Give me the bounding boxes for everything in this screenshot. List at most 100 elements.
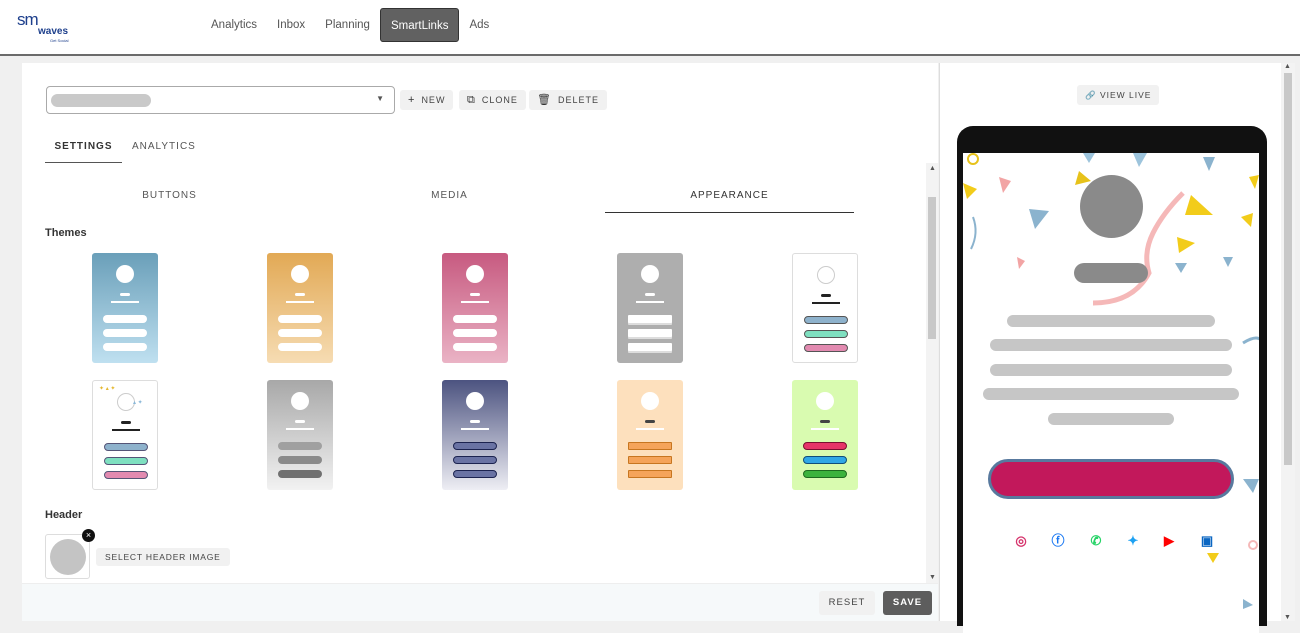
theme-button (803, 442, 847, 450)
themes-heading: Themes (45, 227, 87, 239)
theme-button (453, 315, 497, 323)
brand-logo[interactable]: sm waves Get Social (14, 10, 74, 44)
theme-card-orange[interactable] (267, 253, 333, 363)
top-bar: sm waves Get Social Analytics Inbox Plan… (0, 0, 1300, 56)
phone-screen: ◎ ⓕ ✆ ✦ ▶ ▣ (963, 153, 1259, 633)
theme-button (103, 343, 147, 351)
theme-avatar (817, 266, 835, 284)
reset-button[interactable]: RESET (819, 591, 875, 615)
theme-button (453, 343, 497, 351)
theme-name (820, 420, 830, 423)
theme-avatar (291, 265, 309, 283)
smartlink-select[interactable]: ▼ (46, 86, 395, 114)
save-button[interactable]: SAVE (883, 591, 932, 615)
theme-card-peach[interactable] (617, 380, 683, 490)
theme-name (470, 293, 480, 296)
theme-button (103, 329, 147, 337)
scroll-up-icon[interactable]: ▲ (929, 165, 936, 172)
preview-panel: 🔗 VIEW LIVE ◎ ⓕ ✆ ✦ ▶ ▣ (939, 63, 1281, 633)
theme-avatar (116, 265, 134, 283)
select-header-image-button[interactable]: SELECT HEADER IMAGE (96, 548, 230, 566)
theme-button (628, 343, 672, 351)
nav-tab-inbox[interactable]: Inbox (267, 8, 315, 42)
header-image-thumbnail[interactable] (45, 534, 90, 579)
view-live-button[interactable]: 🔗 VIEW LIVE (1077, 85, 1160, 105)
theme-button (278, 470, 322, 478)
theme-line (461, 301, 489, 303)
linkedin-icon[interactable]: ▣ (1199, 533, 1215, 549)
theme-button (628, 456, 672, 464)
scroll-down-icon[interactable]: ▼ (929, 574, 936, 581)
subtab-appearance[interactable]: APPEARANCE (605, 186, 854, 213)
theme-avatar (291, 392, 309, 410)
twitter-icon[interactable]: ✦ (1125, 533, 1141, 549)
theme-button (104, 457, 148, 465)
theme-button (278, 442, 322, 450)
theme-line (811, 428, 839, 430)
preview-cta-button[interactable] (988, 459, 1234, 499)
theme-button (103, 315, 147, 323)
youtube-icon[interactable]: ▶ (1161, 533, 1177, 549)
phone-preview: ◎ ⓕ ✆ ✦ ▶ ▣ (957, 126, 1267, 633)
scrollbar-thumb[interactable] (928, 197, 936, 339)
theme-card-silver[interactable] (267, 380, 333, 490)
subtab-buttons[interactable]: BUTTONS (45, 186, 294, 213)
theme-button (453, 470, 497, 478)
nav-tab-ads[interactable]: Ads (459, 8, 499, 42)
theme-button (803, 470, 847, 478)
preview-scrollbar[interactable]: ▲ ▼ (1281, 63, 1295, 621)
theme-name (470, 420, 480, 423)
nav-tab-smartlinks[interactable]: SmartLinks (379, 8, 460, 42)
theme-button (104, 471, 148, 479)
delete-button-label: DELETE (557, 95, 599, 105)
editor-footer: RESET SAVE (22, 583, 938, 621)
new-button-label: NEW (421, 95, 446, 105)
close-icon[interactable]: × (82, 529, 95, 542)
scrollbar-thumb[interactable] (1284, 73, 1292, 465)
view-live-label: VIEW LIVE (1099, 90, 1152, 100)
main-nav: Analytics Inbox Planning SmartLinks Ads (201, 8, 499, 42)
theme-button (278, 315, 322, 323)
theme-line (812, 302, 840, 304)
scroll-up-icon[interactable]: ▲ (1284, 63, 1291, 70)
theme-card-gray[interactable] (617, 253, 683, 363)
theme-card-pink[interactable] (442, 253, 508, 363)
theme-card-confetti[interactable]: ✦ ▴ ✦ ▴ ✦ (92, 380, 158, 490)
confetti-decoration: ▴ ✦ (133, 400, 143, 406)
copy-icon: ⧉ (467, 94, 476, 106)
smartlink-select-value-placeholder (51, 94, 151, 107)
editor-scrollbar[interactable]: ▲ ▼ (926, 163, 938, 583)
theme-name (645, 293, 655, 296)
tab-settings[interactable]: SETTINGS (45, 141, 122, 163)
theme-avatar (466, 265, 484, 283)
delete-button[interactable]: 🗑 DELETE (529, 90, 607, 110)
clone-button[interactable]: ⧉ CLONE (459, 90, 526, 110)
theme-card-lime[interactable] (792, 380, 858, 490)
theme-button (278, 343, 322, 351)
theme-button (628, 470, 672, 478)
header-image-placeholder (50, 539, 86, 575)
new-button[interactable]: + NEW (400, 90, 454, 110)
tab-analytics[interactable]: ANALYTICS (132, 141, 196, 163)
theme-avatar (816, 392, 834, 410)
logo-text-sm: sm (17, 10, 39, 29)
subtab-media[interactable]: MEDIA (325, 186, 574, 213)
instagram-icon[interactable]: ◎ (1013, 533, 1029, 549)
preview-text-line (1048, 413, 1174, 425)
theme-button (804, 344, 848, 352)
theme-avatar (641, 392, 659, 410)
theme-button (453, 456, 497, 464)
theme-card-blue[interactable] (92, 253, 158, 363)
theme-card-white[interactable] (792, 253, 858, 363)
facebook-icon[interactable]: ⓕ (1050, 533, 1066, 549)
whatsapp-icon[interactable]: ✆ (1088, 533, 1104, 549)
link-icon: 🔗 (1085, 90, 1097, 100)
theme-button (453, 442, 497, 450)
theme-line (636, 301, 664, 303)
nav-tab-planning[interactable]: Planning (315, 8, 380, 42)
nav-tab-analytics[interactable]: Analytics (201, 8, 267, 42)
theme-line (636, 428, 664, 430)
scroll-down-icon[interactable]: ▼ (1284, 614, 1291, 621)
theme-name (645, 420, 655, 423)
theme-card-navy[interactable] (442, 380, 508, 490)
